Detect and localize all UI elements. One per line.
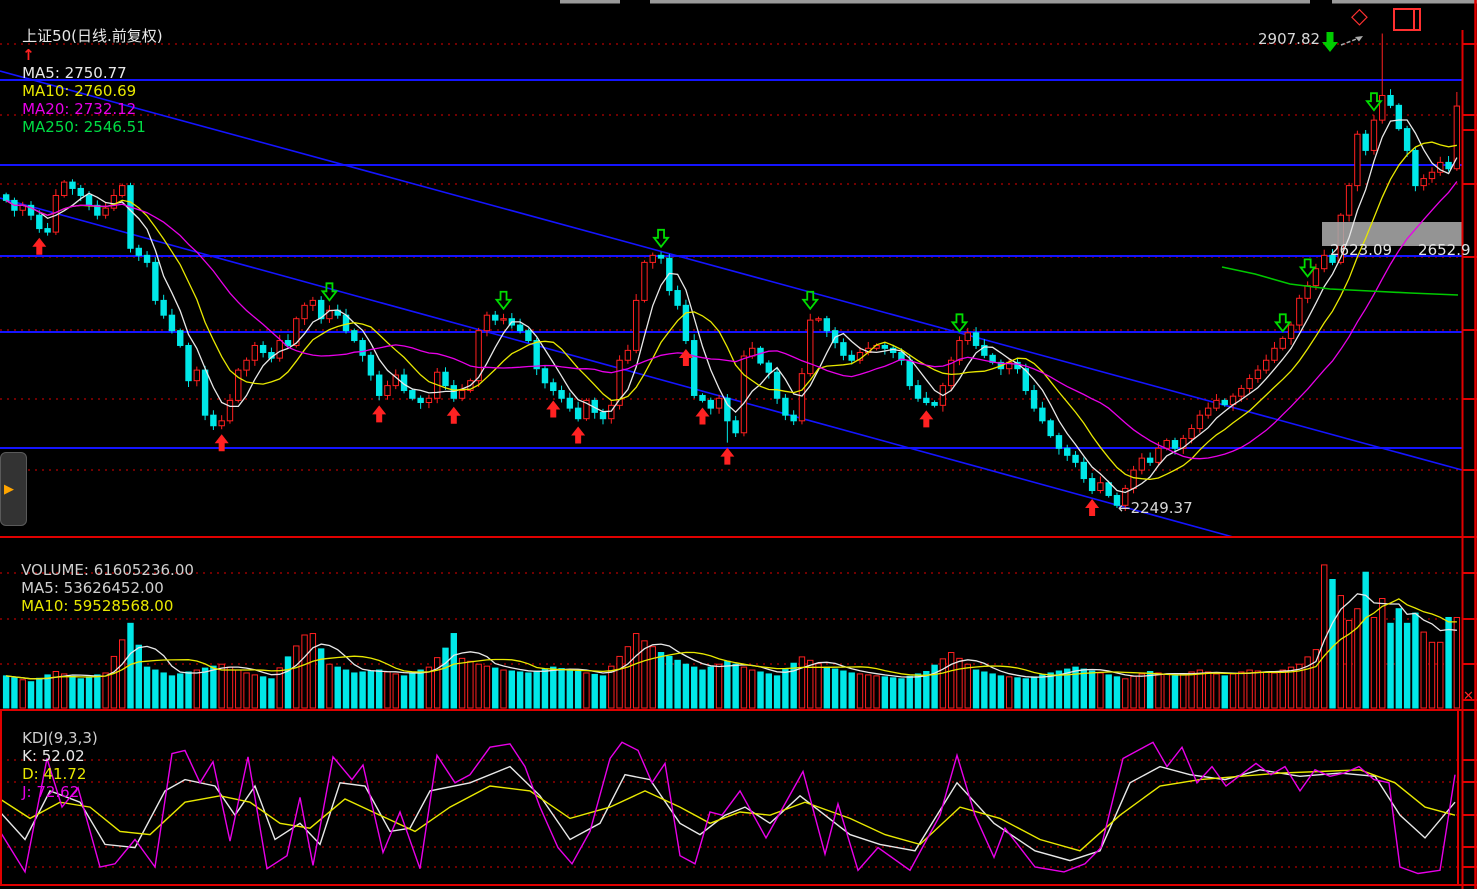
- volume-value: VOLUME: 61605236.00: [21, 561, 194, 579]
- restore-window-icon[interactable]: [1393, 8, 1421, 31]
- range-box-label: 2623.09 2652.9: [1330, 241, 1471, 259]
- kdj-k-value: K: 52.02: [22, 747, 85, 765]
- chart-window: 上证50(日线.前复权) ↑ MA5: 2750.77 MA10: 2760.6…: [0, 0, 1477, 889]
- ma20-value: MA20: 2732.12: [22, 100, 136, 118]
- symbol-title: 上证50(日线.前复权): [22, 27, 163, 45]
- diamond-icon[interactable]: ◇: [1351, 4, 1368, 29]
- kdj-header: KDJ(9,3,3) K: 52.02 D: 41.72 J: 72.62: [3, 711, 108, 819]
- ma250-value: MA250: 2546.51: [22, 118, 146, 136]
- pan-handle[interactable]: ▶: [0, 452, 27, 526]
- volume-header: VOLUME: 61605236.00 MA5: 53626452.00 MA1…: [2, 543, 204, 633]
- volume-ma10-value: MA10: 59528568.00: [21, 597, 173, 615]
- x-marker-icon[interactable]: ✕: [1463, 689, 1474, 704]
- kdj-j-value: J: 72.62: [22, 783, 79, 801]
- kdj-label: KDJ(9,3,3): [22, 729, 98, 747]
- ma5-value: MA5: 2750.77: [22, 64, 127, 82]
- main-chart-header: 上证50(日线.前复权) ↑ MA5: 2750.77 MA10: 2760.6…: [3, 7, 173, 154]
- low-price-value: 2249.37: [1131, 499, 1193, 517]
- ma10-value: MA10: 2760.69: [22, 82, 136, 100]
- signal-up-arrow-icon: ↑: [22, 46, 35, 64]
- kdj-d-value: D: 41.72: [22, 765, 86, 783]
- restore-window-icon-detail: [1413, 10, 1415, 29]
- low-price-label: ←2249.37: [1118, 499, 1193, 517]
- chart-canvas[interactable]: [0, 0, 1477, 889]
- volume-ma5-value: MA5: 53626452.00: [21, 579, 164, 597]
- pan-right-arrow-icon: ▶: [4, 482, 14, 497]
- left-arrow-icon: ←: [1118, 499, 1131, 517]
- range-high-value: 2652.9: [1418, 241, 1471, 259]
- range-low-value: 2623.09: [1330, 241, 1392, 259]
- peak-price-label: 2907.82: [1258, 30, 1320, 48]
